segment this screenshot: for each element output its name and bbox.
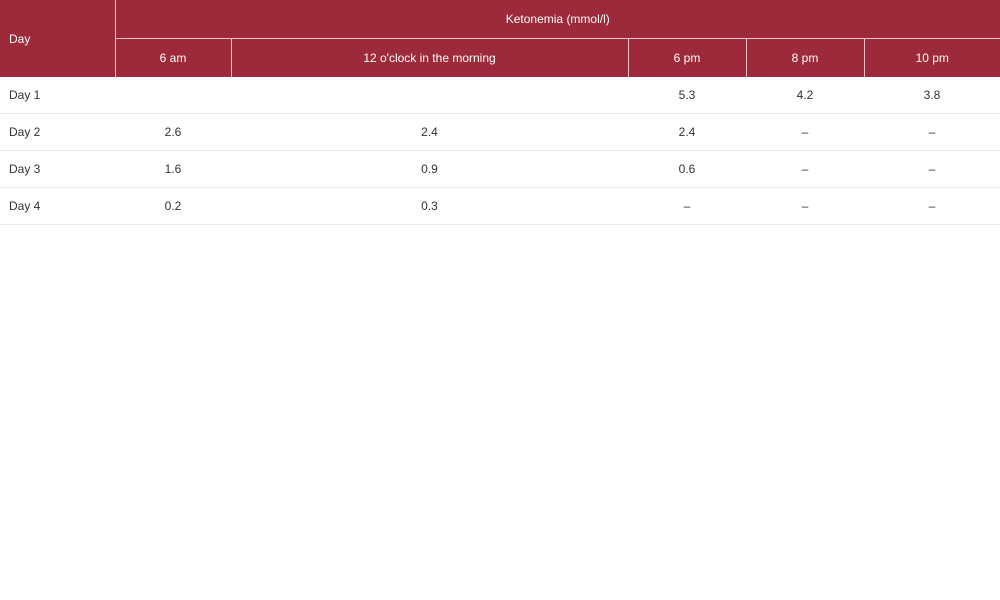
value-cell: – <box>864 113 1000 151</box>
value-cell: 0.9 <box>231 150 628 188</box>
value-cell: – <box>746 113 864 151</box>
value-cell: 5.3 <box>628 77 746 114</box>
table-body: Day 1 5.3 4.2 3.8 Day 2 2.6 2.4 2.4 – – … <box>0 77 1000 225</box>
table-header: Day Ketonemia (mmol/l) 6 am 12 o'clock i… <box>0 0 1000 77</box>
value-cell: – <box>864 150 1000 188</box>
value-cell: 0.6 <box>628 150 746 188</box>
column-header-6am: 6 am <box>115 38 232 77</box>
value-cell: – <box>746 187 864 225</box>
ketonemia-group-header: Ketonemia (mmol/l) <box>115 0 1000 39</box>
value-cell <box>231 77 628 114</box>
value-cell: – <box>628 187 746 225</box>
day-cell: Day 2 <box>0 113 115 151</box>
value-cell: 2.4 <box>231 113 628 151</box>
day-cell: Day 3 <box>0 150 115 188</box>
value-cell: – <box>746 150 864 188</box>
table-row: Day 4 0.2 0.3 – – – <box>0 187 1000 225</box>
value-cell <box>115 77 231 114</box>
value-cell: 0.3 <box>231 187 628 225</box>
ketonemia-table: Day Ketonemia (mmol/l) 6 am 12 o'clock i… <box>0 0 1000 225</box>
value-cell: 3.8 <box>864 77 1000 114</box>
value-cell: 4.2 <box>746 77 864 114</box>
value-cell: 2.6 <box>115 113 231 151</box>
column-header-8pm: 8 pm <box>746 38 865 77</box>
value-cell: – <box>864 187 1000 225</box>
table-row: Day 3 1.6 0.9 0.6 – – <box>0 150 1000 188</box>
value-cell: 2.4 <box>628 113 746 151</box>
value-cell: 1.6 <box>115 150 231 188</box>
column-header-6pm: 6 pm <box>628 38 747 77</box>
table-row: Day 2 2.6 2.4 2.4 – – <box>0 113 1000 151</box>
value-cell: 0.2 <box>115 187 231 225</box>
column-header-12: 12 o'clock in the morning <box>231 38 629 77</box>
day-column-header: Day <box>0 0 116 77</box>
day-cell: Day 4 <box>0 187 115 225</box>
table-row: Day 1 5.3 4.2 3.8 <box>0 77 1000 114</box>
day-cell: Day 1 <box>0 77 115 114</box>
column-header-10pm: 10 pm <box>864 38 1000 77</box>
